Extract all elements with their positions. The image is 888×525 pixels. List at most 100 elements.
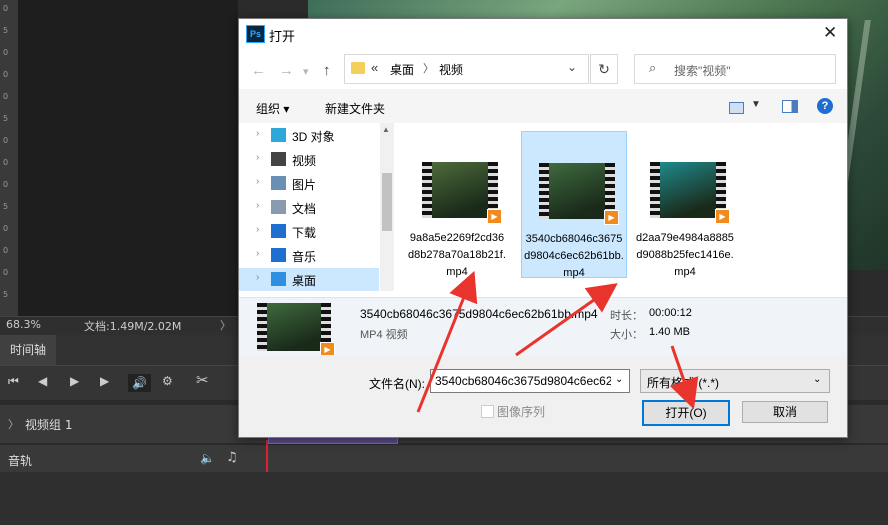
- audio-track-label: 音轨: [8, 454, 33, 468]
- chevron-right-icon[interactable]: ›: [256, 200, 259, 211]
- chevron-down-icon[interactable]: ⌄: [813, 374, 821, 385]
- nav-item[interactable]: › 音乐: [239, 244, 379, 267]
- cancel-button[interactable]: 取消: [742, 401, 828, 423]
- folder-icon: [351, 62, 365, 74]
- music-note-icon[interactable]: ♫: [226, 450, 238, 465]
- scroll-up-icon[interactable]: ▲: [382, 125, 390, 134]
- file-name: 9a8a5e2269f2cd36d8b278a70a18b21f.mp4: [408, 232, 506, 278]
- search-box[interactable]: ⌕ 搜索"视频": [634, 54, 836, 84]
- view-options-dropdown[interactable]: ▼: [751, 99, 761, 110]
- ruler-mark: 0: [3, 180, 9, 189]
- scrollbar-thumb[interactable]: [382, 173, 392, 231]
- file-name: 3540cb68046c3675d9804c6ec62b61bb.mp4: [524, 233, 624, 279]
- nav-item-label: 桌面: [292, 274, 317, 288]
- breadcrumb-desktop[interactable]: 桌面: [390, 61, 414, 78]
- breadcrumb-overflow[interactable]: «: [371, 60, 378, 75]
- chevron-down-icon[interactable]: ⌄: [567, 60, 577, 74]
- 3d-objects-icon: [271, 128, 286, 142]
- prev-frame-icon[interactable]: ◀: [38, 374, 47, 388]
- file-name: d2aa79e4984a8885d9088b25fec1416e.mp4: [636, 232, 734, 278]
- vertical-ruler: 0 5 0 0 0 5 0 0 0 5 0 0 0 5: [0, 0, 19, 316]
- breadcrumb-videos[interactable]: 视频: [439, 61, 463, 78]
- audio-icon[interactable]: 🔊: [128, 374, 151, 392]
- nav-item[interactable]: › 文档: [239, 196, 379, 219]
- selected-file-type: MP4 视频: [360, 329, 408, 341]
- filename-value[interactable]: 3540cb68046c3675d9804c6ec62b61bb.mp4: [435, 374, 611, 388]
- preview-pane-icon[interactable]: [782, 100, 798, 113]
- recent-locations-icon[interactable]: ▾: [303, 65, 309, 78]
- dialog-titlebar[interactable]: [239, 19, 847, 49]
- filetype-value[interactable]: 所有格式 (*.*): [647, 374, 719, 391]
- nav-item-label: 下载: [292, 226, 317, 240]
- nav-item[interactable]: › 图片: [239, 172, 379, 195]
- organize-button[interactable]: 组织 ▾: [256, 100, 289, 117]
- duration-label: 时长：: [610, 310, 643, 322]
- first-frame-icon[interactable]: ⏮: [8, 374, 19, 389]
- status-menu-arrow[interactable]: 〉: [220, 317, 231, 333]
- split-scissors-icon[interactable]: ✂: [196, 371, 209, 389]
- zoom-level[interactable]: 68.3%: [6, 318, 41, 331]
- change-view-icon[interactable]: [729, 102, 744, 114]
- chevron-right-icon[interactable]: ›: [256, 128, 259, 139]
- back-arrow-icon[interactable]: ←: [251, 62, 266, 79]
- file-list: ▶ 9a8a5e2269f2cd36d8b278a70a18b21f.mp4 ▶ 35…: [397, 123, 847, 291]
- nav-item-label: 3D 对象: [292, 130, 335, 144]
- open-button[interactable]: 打开(O): [642, 400, 730, 426]
- nav-item[interactable]: › 下载: [239, 220, 379, 243]
- video-group-label: 视频组 1: [25, 418, 73, 432]
- video-thumbnail-icon: ▶: [422, 162, 502, 224]
- ruler-mark: 5: [3, 290, 9, 299]
- duration-value: 00:00:12: [649, 307, 692, 319]
- settings-icon[interactable]: ⚙: [162, 374, 173, 388]
- chevron-right-icon[interactable]: ›: [256, 152, 259, 163]
- selected-file-name: 3540cb68046c3675d9804c6ec62b61bb.mp4: [360, 307, 598, 321]
- breadcrumb-separator[interactable]: 〉: [423, 60, 434, 76]
- videos-icon: [271, 152, 286, 166]
- up-arrow-icon[interactable]: ↑: [323, 62, 331, 79]
- file-item[interactable]: ▶ d2aa79e4984a8885d9088b25fec1416e.mp4: [633, 131, 737, 278]
- new-folder-button[interactable]: 新建文件夹: [325, 100, 385, 117]
- forward-arrow-icon[interactable]: →: [279, 62, 294, 79]
- photoshop-app-icon: Ps: [246, 25, 265, 43]
- ruler-mark: 0: [3, 48, 9, 57]
- nav-item[interactable]: › 视频: [239, 148, 379, 171]
- speaker-icon[interactable]: 🔈: [200, 451, 215, 465]
- nav-item[interactable]: › 桌面: [239, 268, 379, 291]
- search-placeholder[interactable]: 搜索"视频": [674, 62, 731, 79]
- open-file-dialog: Ps 打开 ✕ ← → ▾ ↑ « 桌面 〉 视频 ⌄ ↻ ⌕ 搜索"视频" 组…: [238, 18, 848, 438]
- filename-input[interactable]: 3540cb68046c3675d9804c6ec62b61bb.mp4 ⌄: [430, 369, 630, 393]
- timeline-audio-row: 音轨 🔈 ♫: [0, 444, 888, 473]
- chevron-right-icon[interactable]: ›: [256, 176, 259, 187]
- file-item[interactable]: ▶ 3540cb68046c3675d9804c6ec62b61bb.mp4: [521, 131, 627, 279]
- nav-item[interactable]: › 3D 对象: [239, 124, 379, 147]
- ruler-mark: 0: [3, 158, 9, 167]
- file-item[interactable]: ▶ 9a8a5e2269f2cd36d8b278a70a18b21f.mp4: [405, 131, 509, 278]
- desktop-icon: [271, 272, 286, 286]
- chevron-right-icon[interactable]: ›: [256, 224, 259, 235]
- ruler-mark: 0: [3, 4, 9, 13]
- play-icon[interactable]: ▶: [70, 374, 79, 388]
- ruler-mark: 0: [3, 136, 9, 145]
- image-sequence-label: 图像序列: [497, 405, 546, 419]
- tab-timeline[interactable]: 时间轴: [0, 335, 56, 365]
- chevron-down-icon[interactable]: ⌄: [615, 374, 623, 385]
- filename-label: 文件名(N):: [369, 377, 425, 391]
- ruler-mark: 5: [3, 114, 9, 123]
- chevron-right-icon[interactable]: ›: [256, 272, 259, 283]
- close-icon[interactable]: ✕: [823, 23, 837, 43]
- canvas-pasteboard: [18, 0, 238, 316]
- image-sequence-checkbox[interactable]: [481, 405, 494, 418]
- filetype-select[interactable]: 所有格式 (*.*) ⌄: [640, 369, 830, 393]
- downloads-icon: [271, 224, 286, 238]
- chevron-right-icon[interactable]: 〉: [8, 416, 19, 432]
- details-pane: ▶ 3540cb68046c3675d9804c6ec62b61bb.mp4 M…: [239, 297, 847, 357]
- chevron-right-icon[interactable]: ›: [256, 248, 259, 259]
- video-thumbnail-icon: ▶: [650, 162, 730, 224]
- address-bar[interactable]: « 桌面 〉 视频 ⌄: [344, 54, 589, 84]
- refresh-icon[interactable]: ↻: [590, 54, 618, 84]
- next-frame-icon[interactable]: ▶: [100, 374, 109, 388]
- timeline-empty-area: [0, 472, 888, 525]
- playhead[interactable]: [266, 440, 268, 472]
- nav-item-label: 视频: [292, 154, 317, 168]
- help-icon[interactable]: ?: [817, 98, 833, 114]
